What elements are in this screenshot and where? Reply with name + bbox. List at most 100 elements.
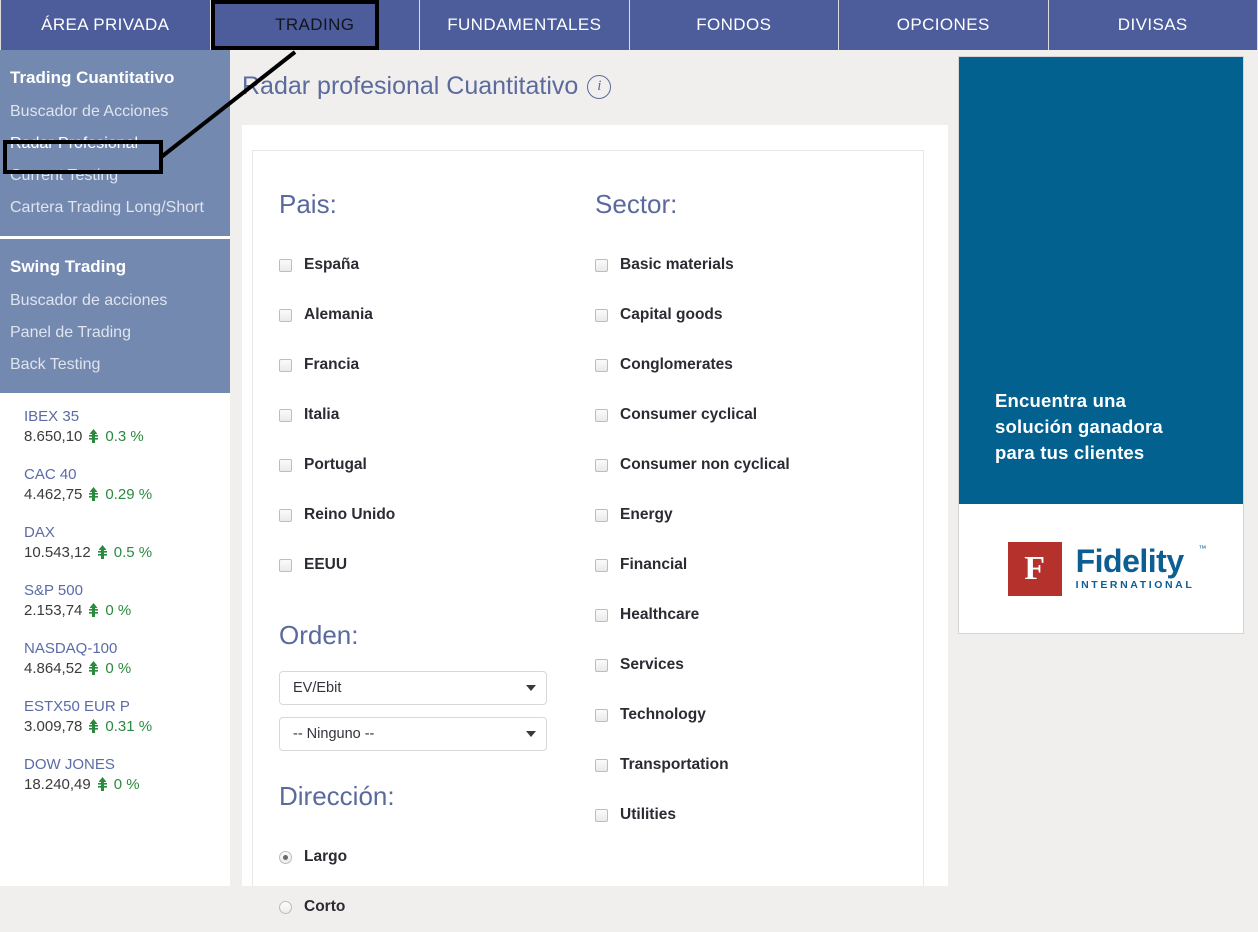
sidebar-item-label: Buscador de acciones (10, 292, 167, 309)
sidebar-item-buscador-de-acciones[interactable]: Buscador de Acciones (0, 96, 230, 128)
chevron-down-icon (526, 731, 536, 737)
country-option[interactable]: España (279, 240, 595, 290)
direction-section-title: Dirección: (279, 781, 595, 812)
sidebar-menu: Trading CuantitativoBuscador de Acciones… (0, 50, 230, 393)
checkbox-icon[interactable] (595, 459, 608, 472)
nav-item-fundamentales[interactable]: FUNDAMENTALES (420, 0, 630, 50)
direction-option[interactable]: Corto (279, 882, 595, 932)
fidelity-brand-subtitle: INTERNATIONAL (1076, 579, 1195, 591)
sidebar-item-cartera-trading-long-short[interactable]: Cartera Trading Long/Short (0, 192, 230, 224)
checkbox-icon[interactable] (279, 459, 292, 472)
country-checkbox-list: EspañaAlemaniaFrancia Italia PortugalReino… (279, 240, 595, 590)
checkbox-icon[interactable] (595, 309, 608, 322)
sidebar-item-buscador-de-acciones[interactable]: Buscador de acciones (0, 285, 230, 317)
sector-option[interactable]: Energy (595, 490, 923, 540)
sector-option[interactable]: Transportation (595, 740, 923, 790)
nav-item-label: FONDOS (696, 15, 771, 35)
radio-icon[interactable] (279, 901, 292, 914)
sidebar-item-back-testing[interactable]: Back Testing (0, 349, 230, 381)
checkbox-icon[interactable] (279, 309, 292, 322)
quote-change-percent: 0.31 % (105, 716, 152, 738)
country-option[interactable]: Reino Unido (279, 490, 595, 540)
checkbox-icon[interactable] (279, 509, 292, 522)
sidebar-item-panel-de-trading[interactable]: Panel de Trading (0, 317, 230, 349)
sidebar-group: Trading CuantitativoBuscador de Acciones… (0, 50, 230, 236)
checkbox-icon[interactable] (595, 559, 608, 572)
sector-option[interactable]: Healthcare (595, 590, 923, 640)
quote-item[interactable]: S&P 5002.153,740 % (24, 581, 230, 622)
arrow-up-icon (88, 429, 99, 445)
sector-option[interactable]: Services (595, 640, 923, 690)
checkbox-icon[interactable] (595, 659, 608, 672)
order-secondary-select-value: -- Ninguno -- (293, 726, 374, 742)
country-option[interactable]: Italia (279, 390, 595, 440)
checkbox-icon[interactable] (595, 409, 608, 422)
page-title-text: Radar profesional Cuantitativo (242, 72, 578, 101)
quote-name: CAC 40 (24, 465, 230, 484)
checkbox-icon[interactable] (595, 809, 608, 822)
sector-option[interactable]: Capital goods (595, 290, 923, 340)
checkbox-icon[interactable] (595, 509, 608, 522)
sidebar-item-radar-profesional[interactable]: Radar Profesional (0, 128, 230, 160)
country-option[interactable]: EEUU (279, 540, 595, 590)
sector-option-label: Consumer cyclical (620, 406, 757, 424)
checkbox-icon[interactable] (595, 709, 608, 722)
checkbox-icon[interactable] (595, 359, 608, 372)
ad-logo-area: F Fidelity INTERNATIONAL ™ (959, 504, 1243, 633)
quote-value: 4.864,52 (24, 658, 82, 680)
nav-item-divisas[interactable]: DIVISAS (1049, 0, 1258, 50)
country-option-label: Italia (304, 406, 339, 424)
quote-item[interactable]: DOW JONES18.240,490 % (24, 755, 230, 796)
info-icon[interactable]: i (587, 75, 611, 99)
sidebar-item-current-testing[interactable]: Current Testing (0, 160, 230, 192)
quote-value: 18.240,49 (24, 774, 91, 796)
quote-value: 8.650,10 (24, 426, 82, 448)
page-title: Radar profesional Cuantitativo i (230, 50, 948, 101)
checkbox-icon[interactable] (595, 259, 608, 272)
checkbox-icon[interactable] (279, 259, 292, 272)
sector-option[interactable]: Financial (595, 540, 923, 590)
sector-option[interactable]: Technology (595, 690, 923, 740)
radio-icon[interactable] (279, 851, 292, 864)
order-primary-select[interactable]: EV/Ebit (279, 671, 547, 705)
sector-option[interactable]: Basic materials (595, 240, 923, 290)
quote-item[interactable]: CAC 404.462,750.29 % (24, 465, 230, 506)
country-option[interactable]: Alemania (279, 290, 595, 340)
quote-change-percent: 0.5 % (114, 542, 152, 564)
quote-value: 2.153,74 (24, 600, 82, 622)
quote-values: 10.543,120.5 % (24, 542, 230, 564)
order-secondary-select[interactable]: -- Ninguno -- (279, 717, 547, 751)
top-navigation-bar: ÁREA PRIVADATRADINGFUNDAMENTALES FONDOS OP… (0, 0, 1258, 50)
nav-item-trading[interactable]: TRADING (211, 0, 421, 50)
nav-item-opciones[interactable]: OPCIONES (839, 0, 1049, 50)
quote-values: 18.240,490 % (24, 774, 230, 796)
country-option[interactable]: Francia (279, 340, 595, 390)
checkbox-icon[interactable] (595, 609, 608, 622)
sector-option[interactable]: Conglomerates (595, 340, 923, 390)
sidebar-group-heading: Trading Cuantitativo (0, 60, 230, 96)
quote-item[interactable]: NASDAQ-1004.864,520 % (24, 639, 230, 680)
quote-item[interactable]: ESTX50 EUR P3.009,780.31 % (24, 697, 230, 738)
filters-panel: Pais: EspañaAlemaniaFranciaItaliaPortuga… (242, 125, 948, 886)
checkbox-icon[interactable] (279, 559, 292, 572)
checkbox-icon[interactable] (279, 359, 292, 372)
nav-item-fondos[interactable]: FONDOS (630, 0, 840, 50)
quote-name: S&P 500 (24, 581, 230, 600)
fidelity-brand-name: Fidelity (1076, 546, 1195, 576)
sector-option-label: Energy (620, 506, 673, 524)
country-option[interactable]: Portugal (279, 440, 595, 490)
quote-item[interactable]: IBEX 358.650,100.3 % (24, 407, 230, 448)
checkbox-icon[interactable] (279, 409, 292, 422)
direction-option[interactable]: Largo (279, 832, 595, 882)
market-index-quotes-list: IBEX 358.650,100.3 % CAC 404.462,750.29 %… (0, 393, 230, 796)
quote-name: NASDAQ-100 (24, 639, 230, 658)
checkbox-icon[interactable] (595, 759, 608, 772)
trademark-icon: ™ (1198, 544, 1206, 553)
quote-item[interactable]: DAX10.543,120.5 % (24, 523, 230, 564)
sector-option[interactable]: Consumer non cyclical (595, 440, 923, 490)
nav-item-rea-privada[interactable]: ÁREA PRIVADA (0, 0, 211, 50)
advertisement-banner[interactable]: Encuentra una solución ganadora para tus… (958, 56, 1244, 634)
chevron-down-icon (526, 685, 536, 691)
sector-option[interactable]: Consumer cyclical (595, 390, 923, 440)
sector-option[interactable]: Utilities (595, 790, 923, 840)
